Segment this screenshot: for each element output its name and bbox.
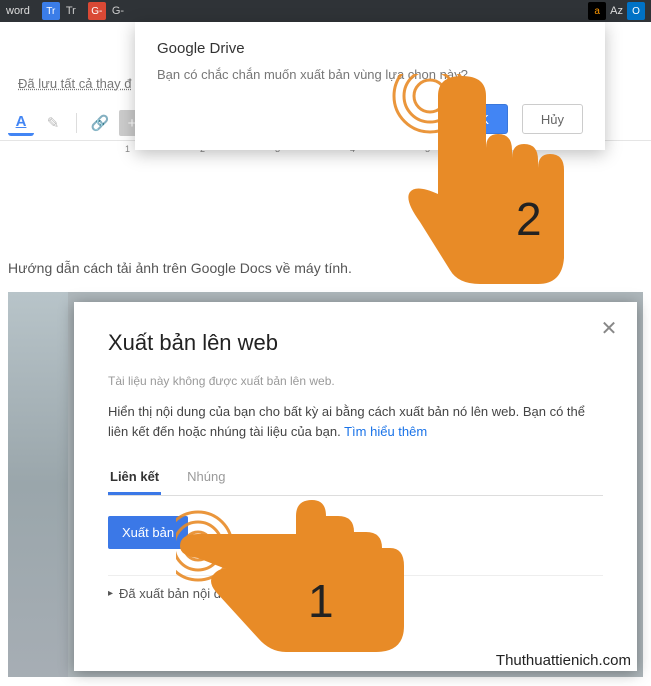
close-icon: ✕: [601, 316, 618, 341]
background-photo: [8, 292, 68, 677]
modal-tabs: Liên kết Nhúng: [108, 461, 603, 496]
google-plus-icon[interactable]: G-: [88, 2, 106, 20]
chevron-right-icon: ▸: [108, 588, 113, 599]
text-color-icon[interactable]: A: [8, 110, 34, 136]
divider: [108, 575, 603, 576]
tab-fragment: Tr: [60, 5, 82, 17]
browser-tab-strip: word Tr Tr G- G- a Az O: [0, 0, 651, 22]
save-status: Đã lưu tất cả thay đ: [18, 76, 131, 91]
publish-status: Tài liệu này không được xuất bản lên web…: [108, 374, 603, 388]
tab-fragment: word: [0, 5, 36, 17]
google-translate-icon[interactable]: Tr: [42, 2, 60, 20]
tab-embed[interactable]: Nhúng: [185, 461, 227, 495]
confirm-title: Google Drive: [157, 40, 583, 57]
expand-label: Đã xuất bản nội dung và cài đặt: [119, 586, 302, 601]
outlook-icon[interactable]: O: [627, 2, 645, 20]
publish-button[interactable]: Xuất bản: [108, 516, 188, 549]
publish-modal: ✕ Xuất bản lên web Tài liệu này không đư…: [74, 302, 637, 671]
step-number: 2: [516, 192, 542, 246]
screenshot-lower: ✕ Xuất bản lên web Tài liệu này không đư…: [8, 292, 643, 677]
toolbar-separator: [76, 113, 77, 133]
docs-toolbar: A ✎ 🔗 +: [0, 110, 145, 136]
modal-title: Xuất bản lên web: [108, 330, 603, 356]
cancel-button[interactable]: Hủy: [522, 104, 583, 134]
tab-link[interactable]: Liên kết: [108, 461, 161, 495]
confirm-message: Bạn có chắc chắn muốn xuất bản vùng lựa …: [157, 67, 583, 82]
learn-more-link[interactable]: Tìm hiểu thêm: [344, 424, 427, 439]
close-button[interactable]: ✕: [595, 314, 623, 342]
modal-description: Hiển thị nội dung của bạn cho bất kỳ ai …: [108, 402, 603, 441]
amazon-icon[interactable]: a: [588, 2, 606, 20]
watermark: Thuthuattienich.com: [496, 652, 631, 669]
confirm-actions: OK Hủy: [157, 104, 583, 134]
tab-fragment: G-: [106, 5, 130, 17]
confirm-dialog: Google Drive Bạn có chắc chắn muốn xuất …: [135, 22, 605, 150]
ok-button[interactable]: OK: [451, 104, 508, 134]
link-icon[interactable]: 🔗: [87, 110, 113, 136]
amazon-label: Az: [610, 5, 623, 17]
expand-settings[interactable]: ▸ Đã xuất bản nội dung và cài đặt: [108, 586, 603, 601]
document-body-text: Hướng dẫn cách tải ảnh trên Google Docs …: [8, 260, 352, 276]
highlight-icon[interactable]: ✎: [40, 110, 66, 136]
